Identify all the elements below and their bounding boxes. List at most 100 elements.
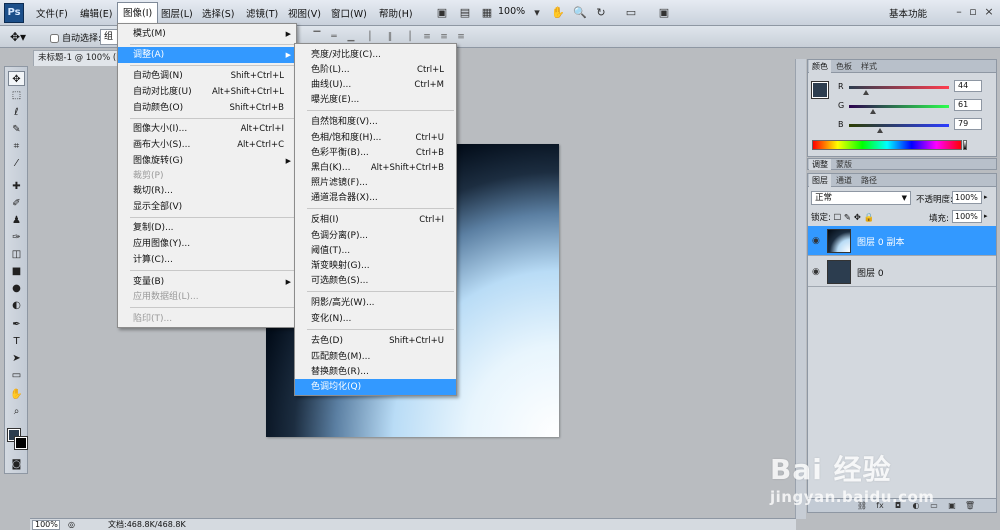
pen-tool-icon[interactable]: ✒ (8, 317, 25, 332)
hand-tool-icon[interactable]: ✋ (549, 5, 567, 21)
menu-item-variations[interactable]: 变化(N)... (295, 311, 456, 327)
menu-select[interactable]: 选择(S) (202, 6, 234, 20)
history-brush-tool-icon[interactable]: ✑ (8, 230, 25, 245)
blue-value[interactable]: 79 (954, 118, 982, 130)
menu-item-canvas-size[interactable]: 画布大小(S)... Alt+Ctrl+C (118, 137, 296, 153)
dodge-tool-icon[interactable]: ◐ (8, 298, 25, 313)
align-hcenter-icon[interactable]: ‖ (383, 30, 397, 44)
marquee-tool-icon[interactable]: ⬚ (8, 88, 25, 103)
align-right-icon[interactable]: ▕ (400, 30, 414, 44)
healing-brush-tool-icon[interactable]: ✚ (8, 179, 25, 194)
screen-mode-icon[interactable]: ▣ (655, 5, 673, 21)
menu-item-calculations[interactable]: 计算(C)... (118, 252, 296, 268)
chevron-right-icon[interactable]: ▸ (984, 212, 988, 220)
arrange-documents-icon[interactable]: ▭ (622, 5, 640, 21)
tab-paths[interactable]: 路径 (858, 174, 880, 187)
align-left-icon[interactable]: ▏ (366, 30, 380, 44)
delete-layer-icon[interactable]: 🗑 (964, 501, 976, 511)
menu-item-reveal-all[interactable]: 显示全部(V) (118, 199, 296, 215)
document-size-info[interactable]: 文档:468.8K/468.8K (108, 519, 186, 530)
menu-item-vibrance[interactable]: 自然饱和度(V)... (295, 114, 456, 130)
menu-item-invert[interactable]: 反相(I) Ctrl+I (295, 212, 456, 228)
eye-icon[interactable]: ◉ (812, 267, 822, 277)
zoom-level[interactable]: 100% (498, 6, 525, 17)
eye-icon[interactable]: ◉ (812, 236, 822, 246)
minibridge-icon[interactable]: ▤ (456, 5, 474, 21)
clone-stamp-tool-icon[interactable]: ♟ (8, 213, 25, 228)
menu-file[interactable]: 文件(F) (36, 6, 68, 20)
menu-window[interactable]: 窗口(W) (331, 6, 367, 20)
lock-position-icon[interactable]: ✥ (854, 213, 861, 223)
menu-item-duplicate[interactable]: 复制(D)... (118, 220, 296, 236)
menu-item-apply-image[interactable]: 应用图像(Y)... (118, 236, 296, 252)
menu-item-trim[interactable]: 裁切(R)... (118, 183, 296, 199)
foreground-swatch[interactable] (811, 81, 829, 99)
layer-style-icon[interactable]: fx (874, 501, 886, 511)
fill-field[interactable]: 100% (952, 210, 982, 223)
red-value[interactable]: 44 (954, 80, 982, 92)
crop-tool-icon[interactable]: ⌗ (8, 139, 25, 154)
auto-select-checkbox[interactable]: 自动选择: (50, 31, 101, 44)
eyedropper-tool-icon[interactable]: ⁄ (8, 156, 25, 171)
shape-tool-icon[interactable]: ▭ (8, 368, 25, 383)
hand-tool-icon[interactable]: ✋ (8, 387, 25, 402)
menu-item-levels[interactable]: 色阶(L)... Ctrl+L (295, 62, 456, 78)
workspace-switcher[interactable]: 基本功能 (889, 6, 927, 20)
menu-item-shadows-highlights[interactable]: 阴影/高光(W)... (295, 295, 456, 311)
layer-row[interactable]: ◉ 图层 0 (808, 257, 996, 287)
menu-item-auto-contrast[interactable]: 自动对比度(U) Alt+Shift+Ctrl+L (118, 84, 296, 100)
red-slider[interactable] (849, 86, 949, 89)
menu-item-auto-color[interactable]: 自动颜色(O) Shift+Ctrl+B (118, 100, 296, 116)
tab-channels[interactable]: 通道 (833, 174, 855, 187)
rotate-view-icon[interactable]: ↻ (592, 5, 610, 21)
menu-item-gradient-map[interactable]: 渐变映射(G)... (295, 258, 456, 274)
color-spectrum[interactable] (812, 140, 962, 150)
quick-select-tool-icon[interactable]: ✎ (8, 122, 25, 137)
minimize-icon[interactable]: – (953, 5, 965, 19)
green-slider-knob[interactable] (870, 109, 876, 114)
blur-tool-icon[interactable]: ● (8, 281, 25, 296)
menu-item-threshold[interactable]: 阈值(T)... (295, 243, 456, 259)
align-bottom-icon[interactable]: ▁ (344, 30, 358, 44)
tab-color[interactable]: 颜色 (809, 60, 831, 73)
type-tool-icon[interactable]: T (8, 334, 25, 349)
menu-item-channel-mixer[interactable]: 通道混合器(X)... (295, 190, 456, 206)
close-icon[interactable]: × (983, 5, 995, 19)
move-tool-preset-icon[interactable]: ✥▾ (10, 29, 40, 45)
menu-item-equalize[interactable]: 色调均化(Q) (295, 379, 456, 395)
menu-view[interactable]: 视图(V) (288, 6, 321, 20)
tab-masks[interactable]: 蒙版 (833, 159, 855, 170)
blue-slider[interactable] (849, 124, 949, 127)
menu-item-image-rotation[interactable]: 图像旋转(G) ▶ (118, 153, 296, 169)
zoom-tool-icon[interactable]: ⌕ (8, 404, 25, 419)
menu-item-image-size[interactable]: 图像大小(I)... Alt+Ctrl+I (118, 121, 296, 137)
tab-adjustments[interactable]: 调整 (809, 159, 831, 170)
new-layer-icon[interactable]: ▣ (946, 501, 958, 511)
view-extras-icon[interactable]: ▦ (478, 5, 496, 21)
distribute-vcenter-icon[interactable]: ≡ (437, 30, 451, 44)
tab-styles[interactable]: 样式 (858, 60, 880, 73)
lock-image-icon[interactable]: ✎ (844, 213, 851, 223)
menu-item-curves[interactable]: 曲线(U)... Ctrl+M (295, 77, 456, 93)
menu-item-replace-color[interactable]: 替换颜色(R)... (295, 364, 456, 380)
dropdown-icon[interactable]: ▾ (528, 5, 546, 21)
menu-edit[interactable]: 编辑(E) (80, 6, 112, 20)
distribute-top-icon[interactable]: ≡ (420, 30, 434, 44)
opacity-field[interactable]: 100% (952, 191, 982, 204)
status-zoom-field[interactable]: 100% (32, 520, 60, 530)
eraser-tool-icon[interactable]: ◫ (8, 247, 25, 262)
distribute-bottom-icon[interactable]: ≡ (454, 30, 468, 44)
status-info-icon[interactable]: ◎ (68, 519, 75, 530)
red-slider-knob[interactable] (863, 90, 869, 95)
quick-mask-icon[interactable]: ◙ (8, 457, 25, 472)
lock-all-icon[interactable]: 🔒 (864, 213, 875, 223)
link-layers-icon[interactable]: ⛓ (856, 501, 868, 511)
menu-item-match-color[interactable]: 匹配颜色(M)... (295, 349, 456, 365)
menu-layer[interactable]: 图层(L) (161, 6, 193, 20)
background-color-swatch[interactable] (14, 436, 28, 450)
menu-item-mode[interactable]: 模式(M) ▶ (118, 26, 296, 42)
gradient-tool-icon[interactable]: ■ (8, 264, 25, 279)
lasso-tool-icon[interactable]: ℓ (8, 105, 25, 120)
menu-item-black-white[interactable]: 黑白(K)... Alt+Shift+Ctrl+B (295, 160, 456, 176)
menu-item-posterize[interactable]: 色调分离(P)... (295, 228, 456, 244)
